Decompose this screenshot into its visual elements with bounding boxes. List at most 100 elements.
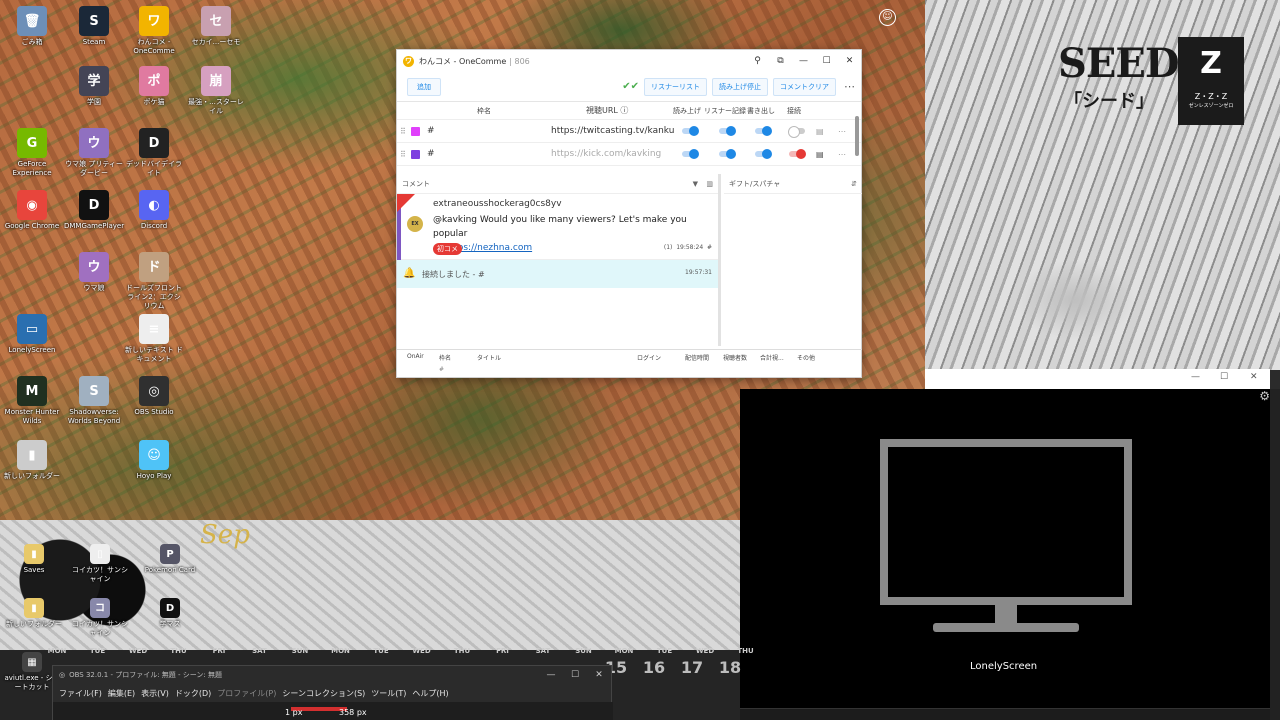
desktop-icon[interactable]: ココイカツ！サンシャイン (70, 598, 130, 638)
desktop-icon[interactable]: 🗑 ごみ箱 (2, 6, 62, 47)
sort-icon[interactable]: ⇵ (851, 180, 857, 188)
calendar-month: Sep (200, 520, 250, 550)
listener-toggle[interactable] (719, 126, 736, 136)
desktop-icon[interactable]: D 学マス (140, 598, 200, 629)
drag-handle-icon[interactable]: ⠿ (400, 150, 406, 159)
desktop-icon[interactable]: S Shadowverse: Worlds Beyond (64, 376, 124, 426)
more-menu-icon[interactable]: ⋯ (844, 80, 855, 93)
minimize-button[interactable]: — (539, 670, 563, 680)
col-name: 枠名 (477, 106, 491, 115)
obs-window: ◎ OBS 32.0.1 - プロファイル: 無題 - シーン: 無題 — ☐ … (52, 665, 613, 720)
obs-menu-item[interactable]: ヘルプ(H) (412, 688, 448, 699)
comment-user[interactable]: extraneousshockerag0cs8yv (433, 199, 562, 209)
filter-icon[interactable]: ▼ (693, 180, 698, 188)
desktop-icon-label: LonelyScreen (8, 346, 56, 354)
desktop-icon[interactable]: ▯ コイカツ！サンシャイン (70, 544, 130, 584)
desktop-icon[interactable]: S Steam (64, 6, 124, 47)
obs-menu-item[interactable]: プロファイル(P) (217, 688, 276, 699)
maximize-button[interactable]: ☐ (563, 670, 587, 680)
desktop-icon[interactable]: ▮ Saves (4, 544, 64, 575)
layout-icon[interactable]: ▥ (706, 180, 713, 188)
obs-menu-item[interactable]: 表示(V) (141, 688, 169, 699)
desktop-icon[interactable]: ☺ Hoyo Play (124, 440, 184, 481)
help-icon[interactable]: ⓘ (620, 106, 628, 115)
desktop-icon[interactable]: ウウマ娘 プリティーダービー (64, 128, 124, 178)
comment-item[interactable]: EX extraneousshockerag0cs8yv @kavking Wo… (397, 194, 718, 260)
chat-icon[interactable]: ▤ (816, 150, 824, 159)
obs-menu-item[interactable]: ファイル(F) (59, 688, 102, 699)
row-menu-icon[interactable]: ⋯ (838, 127, 846, 136)
monitor-icon (880, 439, 1132, 605)
listener-list-button[interactable]: リスナーリスト (644, 77, 707, 96)
desktop-icon[interactable]: ≡ 新しいテキスト ドキュメント (124, 314, 184, 364)
chat-icon[interactable]: ▤ (816, 127, 824, 136)
desktop-icon[interactable]: セセカイ...ーセモ (186, 6, 246, 47)
stream-row[interactable]: ⠿ # https://kick.com/kavking ▤ ⋯ (397, 143, 861, 166)
obs-menu-item[interactable]: ドック(D) (175, 688, 211, 699)
maximize-button[interactable]: ☐ (1220, 372, 1228, 382)
gear-icon[interactable]: ⚙ (1259, 389, 1270, 403)
stream-name[interactable]: # (427, 126, 435, 136)
minimize-button[interactable]: — (792, 56, 815, 66)
connect-toggle[interactable] (789, 149, 806, 159)
version-number: 806 (514, 56, 530, 66)
pin-icon[interactable]: ⚲ (746, 56, 769, 66)
close-button[interactable]: ✕ (587, 670, 611, 680)
first-comment-badge: 初コメ (433, 243, 462, 255)
calendar-day-label: MON (47, 647, 67, 655)
desktop-icon[interactable]: D DMMGamePlayer (64, 190, 124, 231)
desktop-icon[interactable]: P Pokemon Card (140, 544, 200, 575)
desktop-icon[interactable]: ▭ LonelyScreen (2, 314, 62, 355)
maximize-button[interactable]: ☐ (815, 56, 838, 66)
desktop-icon[interactable]: ▮ 新しいフォルダー (4, 598, 64, 629)
desktop-icon[interactable]: D デッドバイデイライト (124, 128, 184, 178)
desktop-icon[interactable]: ポポケ猫 (124, 66, 184, 107)
stream-name[interactable]: # (427, 149, 435, 159)
desktop-icon[interactable]: M Monster Hunter Wilds (2, 376, 62, 426)
stop-reading-button[interactable]: 読み上げ停止 (712, 77, 768, 96)
avatar[interactable]: EX (407, 216, 423, 232)
read-toggle[interactable] (682, 126, 699, 136)
desktop-icon[interactable]: 学学園 (64, 66, 124, 107)
close-button[interactable]: ✕ (838, 56, 861, 66)
minimize-button[interactable]: — (1191, 372, 1200, 382)
comment-meta: (1) 19:58:24 # (664, 244, 712, 251)
miniplayer-icon[interactable]: ⧉ (769, 56, 792, 66)
stream-url[interactable]: https://kick.com/kavking (551, 149, 661, 159)
desktop-icon[interactable]: 崩最強・...スターレイル (186, 66, 246, 116)
desktop-icon[interactable]: ウウマ娘 (64, 252, 124, 293)
desktop-icon-label: 最強・...スターレイル (188, 98, 244, 115)
drag-handle-icon[interactable]: ⠿ (400, 127, 406, 136)
gift-pane-header: ギフト/スパチャ ⇵ (724, 174, 862, 194)
obs-menu-item[interactable]: シーンコレクション(S) (282, 688, 365, 699)
stream-row[interactable]: ⠿ # https://twitcasting.tv/kanku ▤ ⋯ (397, 120, 861, 143)
stream-url[interactable]: https://twitcasting.tv/kanku (551, 126, 674, 136)
calendar-day-label: TUE (656, 647, 673, 655)
desktop-icon[interactable]: ワわんコメ - OneComme (124, 6, 184, 56)
add-stream-button[interactable]: 追加 (407, 77, 441, 96)
write-toggle[interactable] (755, 126, 772, 136)
desktop-icon[interactable]: ▮ 新しいフォルダー (2, 440, 62, 481)
desktop-icon[interactable]: ◎ OBS Studio (124, 376, 184, 417)
row-menu-icon[interactable]: ⋯ (838, 150, 846, 159)
obs-menu-item[interactable]: ツール(T) (371, 688, 406, 699)
app-icon: ▮ (24, 598, 44, 618)
clear-comments-button[interactable]: コメントクリア (773, 77, 836, 96)
version-label: | 806 (509, 56, 530, 66)
desktop-icon[interactable]: G GeForce Experience (2, 128, 62, 178)
close-button[interactable]: ✕ (1250, 372, 1258, 382)
stream-list-scrollbar[interactable] (855, 116, 859, 156)
desktop-icon[interactable]: ◐ Discord (124, 190, 184, 231)
horizontal-scrollbar[interactable] (740, 708, 1280, 720)
desktop-icon[interactable]: ◉ Google Chrome (2, 190, 62, 231)
account-icon[interactable]: ☺ (879, 9, 896, 26)
write-toggle[interactable] (755, 149, 772, 159)
listener-toggle[interactable] (719, 149, 736, 159)
desktop-icon[interactable]: ドドールズフロントライン2：エクシリウム (124, 252, 184, 311)
obs-menu-item[interactable]: 編集(E) (108, 688, 135, 699)
app-icon: ≡ (139, 314, 169, 344)
read-toggle[interactable] (682, 149, 699, 159)
connect-toggle[interactable] (788, 126, 805, 138)
stream-color-swatch[interactable] (411, 149, 420, 159)
stream-color-swatch[interactable] (411, 126, 420, 136)
